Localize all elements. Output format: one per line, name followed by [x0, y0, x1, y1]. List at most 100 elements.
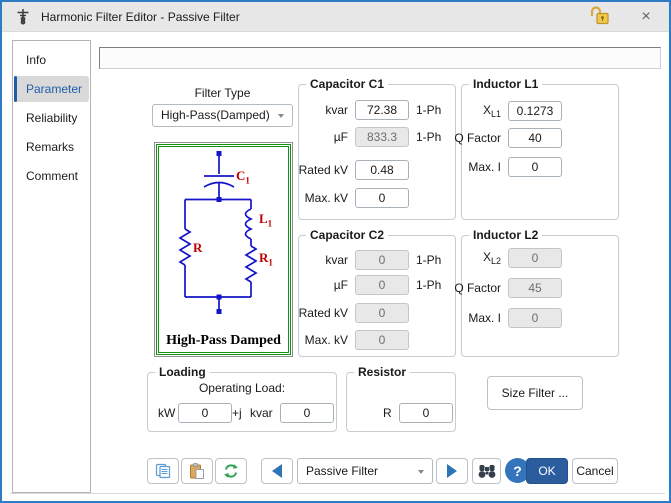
filter-diagram: C1 R L1 R1 High-Pass Damped [154, 142, 293, 357]
next-button[interactable] [436, 458, 468, 484]
c2-rated-kv-input [355, 303, 409, 323]
kvar-input[interactable] [280, 403, 334, 423]
circuit-drawing [159, 147, 286, 319]
resistor-group: Resistor R [346, 372, 456, 432]
c2-kvar-unit: 1-Ph [416, 253, 441, 267]
diagram-label-r: R [193, 240, 202, 256]
inductor-l2-group: Inductor L2 XL2 Q Factor Max. I [461, 235, 619, 357]
l2-q-factor-input [508, 278, 562, 298]
window-title: Harmonic Filter Editor - Passive Filter [41, 10, 240, 24]
c1-max-kv-input[interactable] [355, 188, 409, 208]
copy-icon [155, 463, 171, 479]
prev-icon [272, 464, 282, 478]
cancel-label: Cancel [576, 464, 613, 478]
capacitor-c1-title: Capacitor C1 [306, 77, 388, 91]
c2-rated-kv-label: Rated kV [299, 306, 348, 320]
paste-button[interactable] [181, 458, 213, 484]
diagram-caption: High-Pass Damped [159, 333, 288, 349]
l1-q-factor-input[interactable] [508, 128, 562, 148]
ok-button[interactable]: OK [526, 458, 568, 484]
find-icon [478, 464, 496, 479]
titlebar[interactable]: Harmonic Filter Editor - Passive Filter … [2, 2, 669, 32]
diagram-label-r1: R1 [259, 250, 273, 268]
tab-parameter-label: Parameter [26, 82, 82, 96]
navigator-dropdown[interactable]: Passive Filter [297, 458, 433, 484]
size-filter-button[interactable]: Size Filter ... [487, 376, 583, 410]
c1-kvar-label: kvar [325, 103, 348, 117]
c1-kvar-input[interactable] [355, 100, 409, 120]
r-label: R [383, 406, 392, 420]
c2-kvar-label: kvar [325, 253, 348, 267]
c2-max-kv-input [355, 330, 409, 350]
tab-info[interactable]: Info [14, 47, 89, 73]
c1-uf-unit: 1-Ph [416, 130, 441, 144]
l2-x-input [508, 248, 562, 268]
paste-icon [189, 463, 205, 479]
tab-remarks-label: Remarks [26, 140, 74, 154]
navigator-value: Passive Filter [306, 464, 378, 478]
c1-uf-label: µF [334, 130, 348, 144]
resistor-title: Resistor [354, 365, 410, 379]
c1-rated-kv-input[interactable] [355, 160, 409, 180]
diagram-label-l1: L1 [259, 211, 272, 229]
tab-comment[interactable]: Comment [14, 163, 89, 189]
cancel-button[interactable]: Cancel [572, 458, 618, 484]
capacitor-c2-title: Capacitor C2 [306, 228, 388, 242]
tab-info-label: Info [26, 53, 46, 67]
tab-parameter[interactable]: Parameter [14, 76, 89, 102]
c2-kvar-input [355, 250, 409, 270]
help-icon: ? [513, 463, 522, 479]
tab-reliability-label: Reliability [26, 111, 77, 125]
c1-rated-kv-label: Rated kV [299, 163, 348, 177]
unlock-icon[interactable] [585, 6, 611, 30]
header-info-field [99, 47, 661, 69]
chevron-down-icon [418, 470, 424, 474]
kvar-label: kvar [250, 406, 273, 420]
copy-button[interactable] [147, 458, 179, 484]
capacitor-c1-group: Capacitor C1 kvar 1-Ph µF 1-Ph Rated kV … [298, 84, 456, 220]
c2-uf-unit: 1-Ph [416, 278, 441, 292]
kw-label: kW [158, 406, 175, 420]
c1-uf-input [355, 127, 409, 147]
harmonic-filter-editor-dialog: Harmonic Filter Editor - Passive Filter … [0, 0, 671, 503]
l1-max-i-input[interactable] [508, 157, 562, 177]
l1-x-input[interactable] [508, 101, 562, 121]
l2-max-i-input [508, 308, 562, 328]
diagram-label-c1: C1 [236, 168, 250, 186]
l2-q-factor-label: Q Factor [454, 281, 501, 295]
prev-button[interactable] [261, 458, 293, 484]
tab-comment-label: Comment [26, 169, 78, 183]
c2-uf-input [355, 275, 409, 295]
find-button[interactable] [472, 458, 501, 484]
c1-max-kv-label: Max. kV [305, 191, 348, 205]
ok-label: OK [538, 464, 555, 478]
inductor-l1-group: Inductor L1 XL1 Q Factor Max. I [461, 84, 619, 220]
bottom-divider [10, 493, 665, 494]
selected-tab-accent [14, 76, 17, 102]
app-icon [15, 8, 31, 26]
refresh-button[interactable] [215, 458, 247, 484]
loading-title: Loading [155, 365, 210, 379]
tab-reliability[interactable]: Reliability [14, 105, 89, 131]
loading-group: Loading Operating Load: kW +j kvar [147, 372, 337, 432]
refresh-icon [223, 463, 239, 479]
filter-type-dropdown[interactable]: High-Pass(Damped) [152, 104, 293, 127]
capacitor-c2-group: Capacitor C2 kvar 1-Ph µF 1-Ph Rated kV … [298, 235, 456, 357]
close-icon[interactable]: × [631, 2, 661, 31]
next-icon [447, 464, 457, 478]
tab-remarks[interactable]: Remarks [14, 134, 89, 160]
inductor-l2-title: Inductor L2 [469, 228, 542, 242]
kw-input[interactable] [178, 403, 232, 423]
r-input[interactable] [399, 403, 453, 423]
chevron-down-icon [278, 114, 284, 118]
operating-load-label: Operating Load: [148, 381, 336, 395]
l1-q-factor-label: Q Factor [454, 131, 501, 145]
size-filter-label: Size Filter ... [502, 386, 569, 400]
l1-x-label: XL1 [483, 103, 501, 119]
l2-x-label: XL2 [483, 250, 501, 266]
l1-max-i-label: Max. I [468, 160, 501, 174]
plus-j-label: +j [232, 406, 242, 420]
c2-uf-label: µF [334, 278, 348, 292]
sidebar: Info Parameter Reliability Remarks Comme… [12, 40, 91, 493]
filter-type-label: Filter Type [152, 86, 293, 100]
